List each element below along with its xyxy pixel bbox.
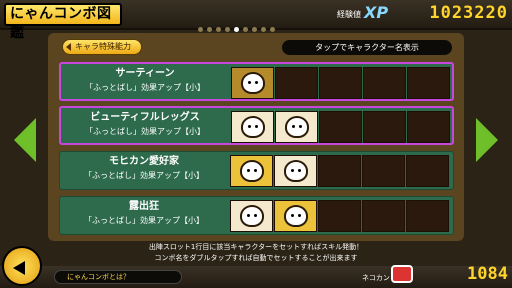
- page-dot: [270, 27, 275, 32]
- cat-slot[interactable]: [274, 155, 317, 187]
- combo-name: ビューティフルレッグス: [90, 112, 200, 123]
- cat-slot[interactable]: [231, 67, 274, 99]
- combo-effect: 「ふっとばし」効果アップ【小】: [84, 216, 204, 225]
- empty-slot: [406, 200, 449, 232]
- page-dot: [261, 27, 266, 32]
- combo-name: モヒカン愛好家: [109, 156, 179, 167]
- page-dot: [216, 27, 221, 32]
- empty-slot: [318, 200, 361, 232]
- empty-slot: [407, 111, 450, 143]
- combo-help-button[interactable]: にゃんコンボとは？: [54, 270, 182, 284]
- empty-slot: [363, 111, 406, 143]
- top-bar: にゃんコンボ図鑑 経験値 XP 1023220: [0, 0, 512, 41]
- cat-icon: [241, 72, 265, 94]
- cat-slot[interactable]: [231, 111, 274, 143]
- empty-slot: [407, 67, 450, 99]
- cat-slot[interactable]: [230, 200, 273, 232]
- cat-slot[interactable]: [275, 111, 318, 143]
- empty-slot: [319, 111, 362, 143]
- xp-icon: XP: [364, 3, 389, 22]
- info-line: コンボ名をダブルタップすれば自動でセットすることが出来ます: [154, 254, 358, 262]
- cat-icon: [285, 116, 309, 138]
- empty-slot: [362, 200, 405, 232]
- next-page-arrow-icon[interactable]: [476, 118, 498, 162]
- combo-name: 露出狂: [129, 201, 159, 212]
- nekokan-label: ネコカン: [362, 274, 390, 282]
- filter-label: キャラ特殊能力: [75, 42, 131, 51]
- nekokan-icon[interactable]: [391, 265, 413, 283]
- page-dot: [243, 27, 248, 32]
- back-button[interactable]: [2, 246, 42, 286]
- cat-icon: [241, 116, 265, 138]
- empty-slot: [275, 67, 318, 99]
- page-dot: [198, 27, 203, 32]
- combo-row[interactable]: モヒカン愛好家 「ふっとばし」効果アップ【小】: [59, 151, 454, 190]
- combo-row[interactable]: ビューティフルレッグス 「ふっとばし」効果アップ【小】: [59, 106, 454, 145]
- tap-hint: タップでキャラクター名表示: [282, 40, 452, 55]
- triangle-left-icon: [66, 43, 71, 51]
- xp-value: 1023220: [429, 3, 508, 23]
- page-dot-active: [234, 27, 239, 32]
- info-text: 出陣スロット1行目に該当キャラクターをセットすればスキル発動！ コンボ名をダブル…: [100, 242, 412, 264]
- combo-effect: 「ふっとばし」効果アップ【小】: [85, 127, 205, 136]
- combo-row[interactable]: 露出狂 「ふっとばし」効果アップ【小】: [59, 196, 454, 235]
- ability-filter-button[interactable]: キャラ特殊能力: [62, 39, 142, 55]
- back-arrow-icon: [13, 261, 25, 275]
- empty-slot: [406, 155, 449, 187]
- combo-effect: 「ふっとばし」効果アップ【小】: [84, 171, 204, 180]
- page-dot: [207, 27, 212, 32]
- empty-slot: [319, 67, 362, 99]
- combo-effect: 「ふっとばし」効果アップ【小】: [85, 83, 205, 92]
- empty-slot: [318, 155, 361, 187]
- cat-icon: [240, 205, 264, 227]
- prev-page-arrow-icon[interactable]: [14, 118, 36, 162]
- info-line: 出陣スロット1行目に該当キャラクターをセットすればスキル発動！: [148, 243, 364, 251]
- page-title: にゃんコンボ図鑑: [4, 3, 122, 41]
- cat-slot[interactable]: [274, 200, 317, 232]
- empty-slot: [363, 67, 406, 99]
- page-indicator: [198, 27, 275, 33]
- cat-icon: [284, 205, 308, 227]
- empty-slot: [362, 155, 405, 187]
- page-dot: [252, 27, 257, 32]
- xp-label: 経験値: [337, 10, 361, 19]
- cat-icon: [240, 160, 264, 182]
- cat-slot[interactable]: [230, 155, 273, 187]
- cat-icon: [284, 160, 308, 182]
- combo-name: サーティーン: [115, 68, 175, 79]
- page-dot: [225, 27, 230, 32]
- nekokan-value: 1084: [467, 264, 508, 284]
- combo-row[interactable]: サーティーン 「ふっとばし」効果アップ【小】: [59, 62, 454, 101]
